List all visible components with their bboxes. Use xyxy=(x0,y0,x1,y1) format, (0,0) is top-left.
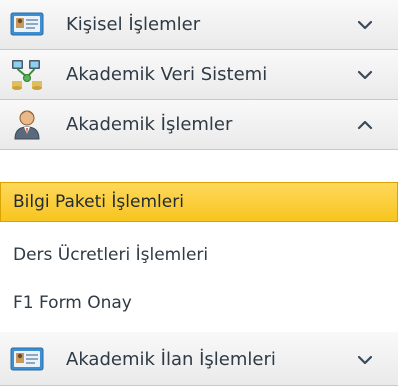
section-akademik-veri-sistemi[interactable]: Akademik Veri Sistemi xyxy=(0,50,398,100)
menu-item-f1-form-onay[interactable]: F1 Form Onay xyxy=(0,280,398,326)
accordion-menu: Kişisel İşlemler Akademik Veri Sistemi A… xyxy=(0,0,398,386)
section-label: Kişisel İşlemler xyxy=(66,14,201,35)
id-card-icon xyxy=(10,344,44,374)
menu-item-label: Ders Ücretleri İşlemleri xyxy=(13,245,209,265)
user-icon xyxy=(10,109,44,140)
chevron-down-icon[interactable] xyxy=(356,16,374,34)
menu-item-label: Bilgi Paketi İşlemleri xyxy=(13,192,184,212)
section-akademik-ilan-islemleri[interactable]: Akademik İlan İşlemleri xyxy=(0,332,398,386)
section-label: Akademik İlan İşlemleri xyxy=(66,349,276,370)
chevron-down-icon[interactable] xyxy=(356,351,374,369)
menu-item-bilgi-paketi-islemleri[interactable]: Bilgi Paketi İşlemleri xyxy=(0,182,398,222)
section-akademik-islemler[interactable]: Akademik İşlemler xyxy=(0,100,398,150)
chevron-down-icon[interactable] xyxy=(356,66,374,84)
section-label: Akademik Veri Sistemi xyxy=(66,64,268,85)
menu-item-ders-ucretleri-islemleri[interactable]: Ders Ücretleri İşlemleri xyxy=(0,232,398,278)
network-icon xyxy=(10,59,44,90)
section-label: Akademik İşlemler xyxy=(66,114,233,135)
menu-item-label: F1 Form Onay xyxy=(13,293,132,313)
id-card-icon xyxy=(10,9,44,39)
section-kisisel-islemler[interactable]: Kişisel İşlemler xyxy=(0,0,398,50)
chevron-up-icon[interactable] xyxy=(356,116,374,134)
